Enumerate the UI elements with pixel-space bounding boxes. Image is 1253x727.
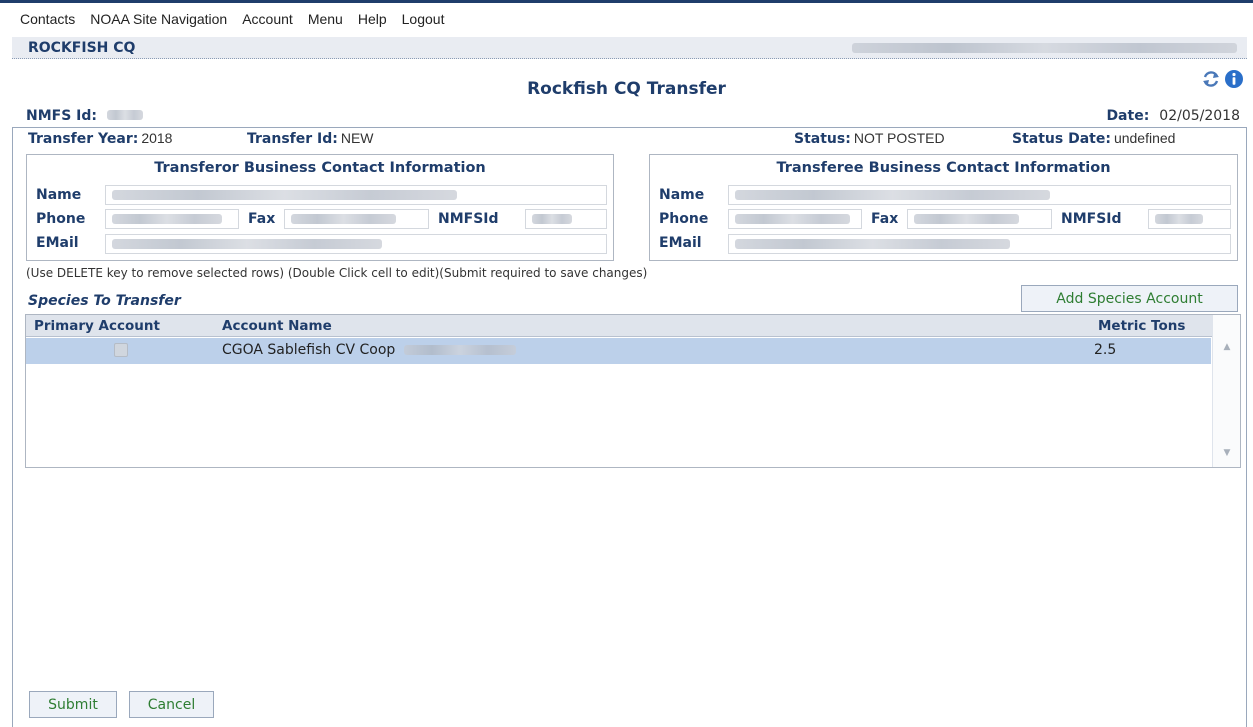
app-header: ROCKFISH CQ <box>12 37 1247 59</box>
transferee-fax-label: Fax <box>871 211 899 227</box>
transfer-id-value: NEW <box>340 130 374 146</box>
transferor-fax-field[interactable] <box>284 209 429 229</box>
status-date-value: undefined <box>1113 130 1176 146</box>
transferee-name-label: Name <box>659 187 705 203</box>
transferor-email-label: EMail <box>36 235 79 251</box>
menu-account[interactable]: Account <box>242 11 293 27</box>
column-account-name[interactable]: Account Name <box>222 318 332 334</box>
redacted-value <box>735 239 1010 249</box>
redacted-value <box>735 190 1050 200</box>
redacted-nmfs-id <box>107 110 144 120</box>
app-title: ROCKFISH CQ <box>28 40 136 56</box>
menu-logout[interactable]: Logout <box>402 11 445 27</box>
species-grid: Primary Account Account Name Metric Tons… <box>25 314 1241 468</box>
transferee-name-field[interactable] <box>728 185 1231 205</box>
transfer-year-value: 2018 <box>141 130 173 146</box>
redacted-value <box>532 214 572 224</box>
account-name-cell[interactable]: CGOA Sablefish CV Coop <box>222 342 516 358</box>
transfer-year-label: Transfer Year: <box>28 131 139 147</box>
column-metric-tons[interactable]: Metric Tons <box>1098 318 1185 334</box>
primary-account-checkbox[interactable] <box>114 343 128 357</box>
metric-tons-cell[interactable]: 2.5 <box>1094 342 1116 358</box>
transferor-nmfsid-label: NMFSId <box>438 211 499 227</box>
transferor-fax-label: Fax <box>248 211 276 227</box>
status-date: Status Date: undefined <box>1012 130 1175 147</box>
redacted-user-info <box>852 43 1237 53</box>
cancel-button[interactable]: Cancel <box>129 691 214 718</box>
nmfs-id-label: NMFS Id: <box>26 108 97 124</box>
transfer-id: Transfer Id: NEW <box>247 130 374 147</box>
transferee-contact-box: Transferee Business Contact Information … <box>649 154 1238 261</box>
status-date-label: Status Date: <box>1012 131 1111 147</box>
edit-hint: (Use DELETE key to remove selected rows)… <box>26 266 648 280</box>
transferee-nmfsid-field[interactable] <box>1148 209 1231 229</box>
transferee-email-label: EMail <box>659 235 702 251</box>
refresh-icon[interactable] <box>1201 69 1221 89</box>
submit-button[interactable]: Submit <box>29 691 117 718</box>
grid-header: Primary Account Account Name Metric Tons <box>26 315 1214 337</box>
transferee-phone-label: Phone <box>659 211 709 227</box>
menu-menu[interactable]: Menu <box>308 11 343 27</box>
menu-noaa-site-navigation[interactable]: NOAA Site Navigation <box>90 11 227 27</box>
transferor-contact-box: Transferor Business Contact Information … <box>26 154 614 261</box>
redacted-value <box>735 214 850 224</box>
transferee-title: Transferee Business Contact Information <box>776 160 1111 176</box>
transfer-id-label: Transfer Id: <box>247 131 338 147</box>
menu-help[interactable]: Help <box>358 11 387 27</box>
date-line: Date: 02/05/2018 <box>1106 108 1240 124</box>
redacted-value <box>112 190 457 200</box>
nmfs-id-line: NMFS Id: <box>26 108 144 124</box>
account-name-text: CGOA Sablefish CV Coop <box>222 342 396 358</box>
transferor-title: Transferor Business Contact Information <box>154 160 486 176</box>
transferee-fax-field[interactable] <box>907 209 1052 229</box>
page-title: Rockfish CQ Transfer <box>527 79 726 99</box>
date-label: Date: <box>1106 108 1150 124</box>
redacted-value <box>112 239 382 249</box>
status-label: Status: <box>794 131 851 147</box>
redacted-value <box>403 345 516 355</box>
transferor-nmfsid-field[interactable] <box>525 209 607 229</box>
transferee-phone-field[interactable] <box>728 209 862 229</box>
redacted-value <box>914 214 1019 224</box>
scroll-up-icon[interactable]: ▲ <box>1213 342 1241 352</box>
column-primary-account[interactable]: Primary Account <box>34 318 160 334</box>
redacted-value <box>112 214 222 224</box>
species-section-title: Species To Transfer <box>28 293 181 309</box>
transferor-name-field[interactable] <box>105 185 607 205</box>
transferee-email-field[interactable] <box>728 234 1231 254</box>
menu-contacts[interactable]: Contacts <box>20 11 75 27</box>
transferor-phone-label: Phone <box>36 211 86 227</box>
redacted-value <box>291 214 396 224</box>
menu-bar: Contacts NOAA Site Navigation Account Me… <box>0 3 1253 35</box>
add-species-account-button[interactable]: Add Species Account <box>1021 285 1238 312</box>
scroll-down-icon[interactable]: ▼ <box>1213 448 1241 458</box>
status-value: NOT POSTED <box>853 130 945 146</box>
table-row[interactable]: CGOA Sablefish CV Coop 2.5 <box>26 338 1211 364</box>
transfer-year: Transfer Year: 2018 <box>28 130 172 147</box>
redacted-value <box>1155 214 1203 224</box>
info-icon[interactable] <box>1224 69 1244 89</box>
transferor-name-label: Name <box>36 187 82 203</box>
transferee-nmfsid-label: NMFSId <box>1061 211 1122 227</box>
transferor-email-field[interactable] <box>105 234 607 254</box>
status: Status: NOT POSTED <box>794 130 945 147</box>
transferor-phone-field[interactable] <box>105 209 239 229</box>
grid-scrollbar[interactable]: ▲ ▼ <box>1212 315 1240 467</box>
date-value: 02/05/2018 <box>1159 108 1240 124</box>
